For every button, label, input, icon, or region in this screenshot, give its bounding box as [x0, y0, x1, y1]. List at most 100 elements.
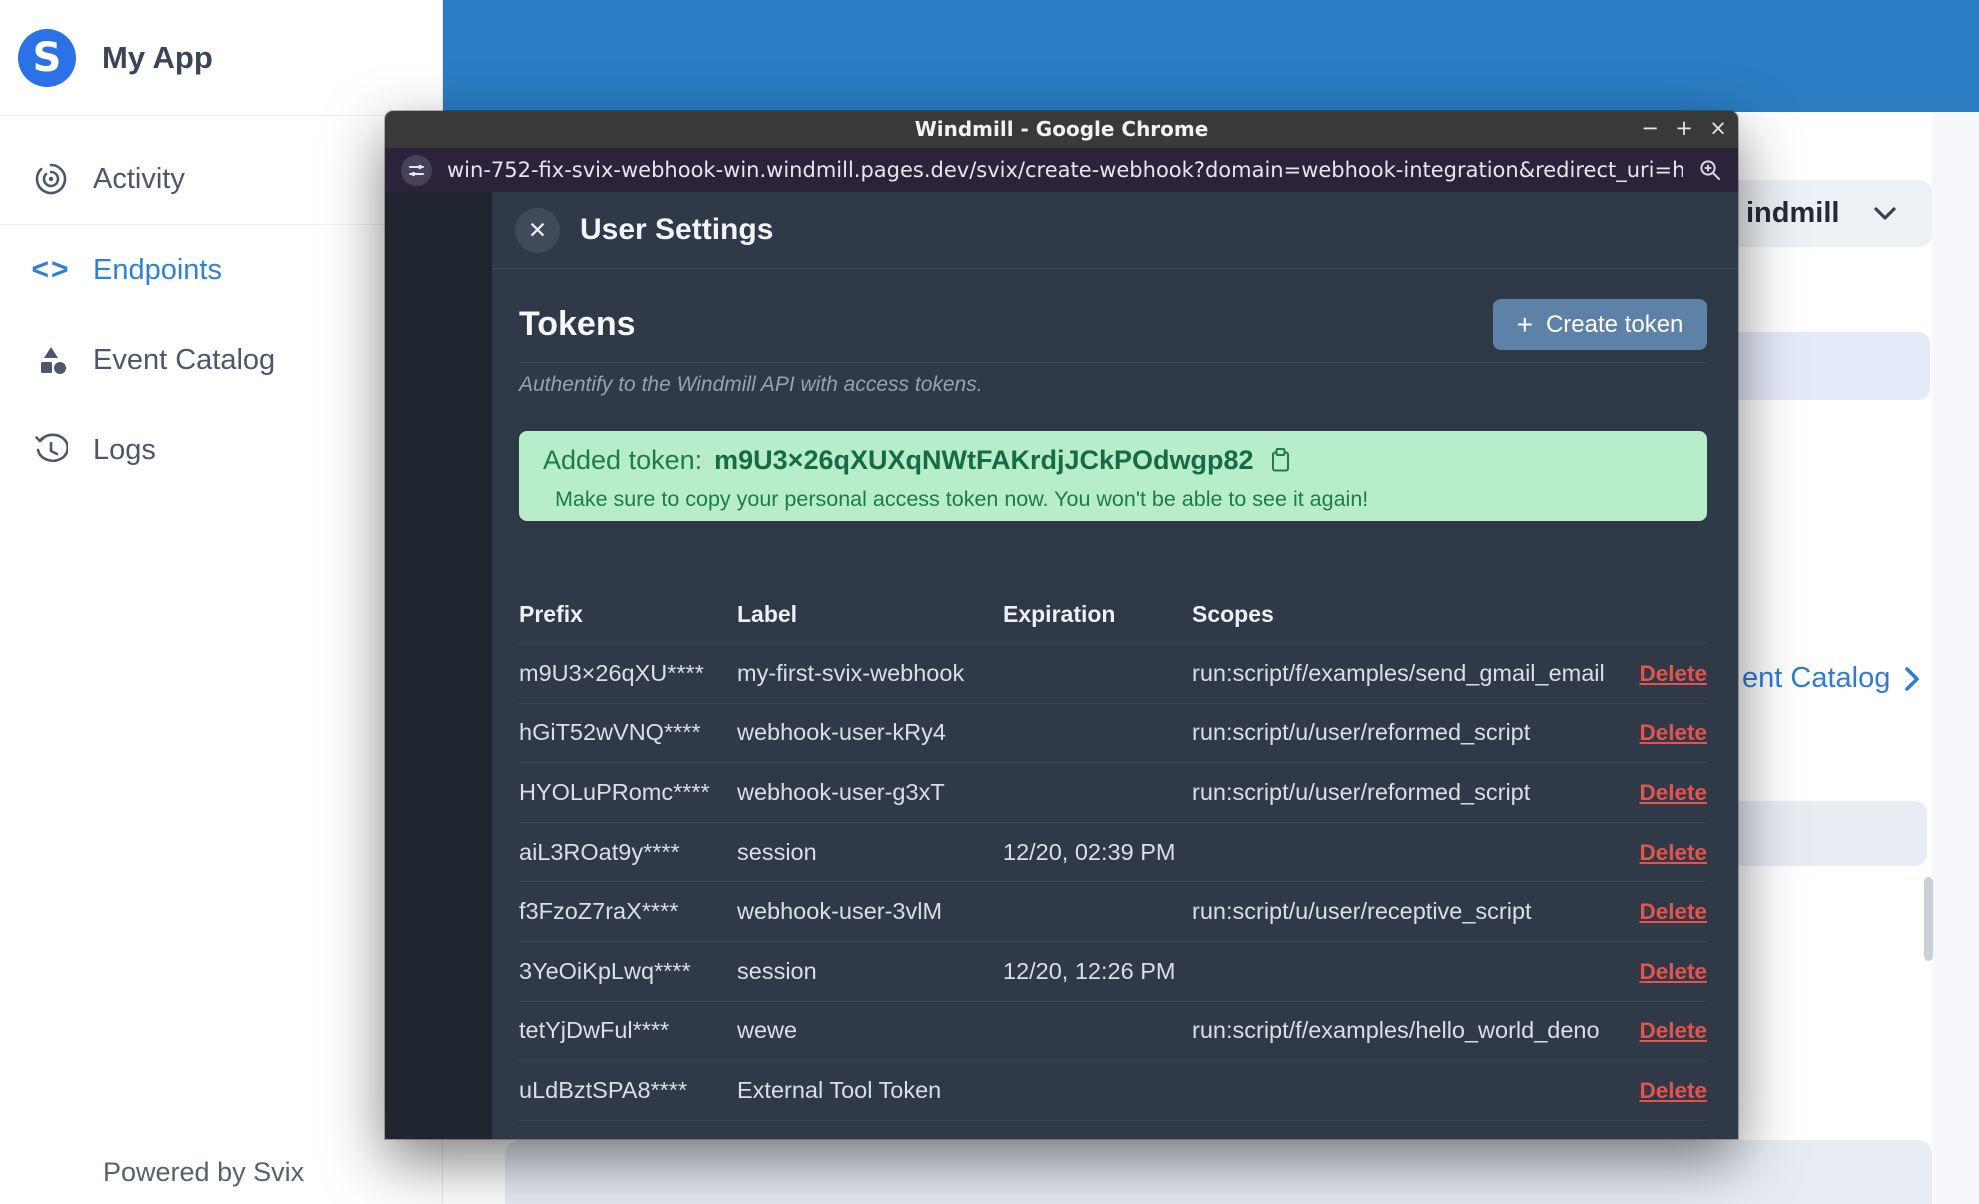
token-created-alert: Added token: m9U3×26qXUXqNWtFAKrdjJCkPOd…	[519, 431, 1707, 521]
clipboard-icon	[1271, 448, 1289, 472]
delete-token-link[interactable]: Delete	[1639, 840, 1707, 865]
table-row: f3FzoZ7raX**** webhook-user-3vlM run:scr…	[519, 881, 1707, 941]
window-close-button[interactable]: ×	[1706, 111, 1730, 148]
new-token-value: m9U3×26qXUXqNWtFAKrdjJCkPOdwgp82	[714, 445, 1254, 475]
table-row: i9AiXYkdR**** d-t-l Delete	[519, 1119, 1707, 1139]
chrome-window: Windmill - Google Chrome − + × win-752-f…	[385, 111, 1738, 1139]
plus-icon: +	[1516, 308, 1533, 340]
token-prefix: aiL3ROat9y****	[519, 838, 680, 865]
token-prefix: uLdBztSPA8****	[519, 1076, 688, 1103]
sidebar-header: S My App	[0, 0, 442, 116]
token-scopes: run:script/u/user/receptive_script	[1192, 898, 1532, 925]
section-divider	[519, 362, 1707, 363]
token-scopes: run:script/u/user/reformed_script	[1192, 719, 1531, 746]
chevron-down-icon	[1874, 206, 1897, 220]
token-label: webhook-user-3vlM	[737, 898, 943, 925]
delete-token-link[interactable]: Delete	[1639, 720, 1707, 745]
sidebar-item-label: Event Catalog	[93, 343, 276, 376]
event-catalog-link-label: ent Catalog	[1742, 662, 1891, 694]
sidebar-item-logs[interactable]: Logs	[0, 405, 442, 495]
site-settings-button[interactable]	[401, 154, 432, 186]
sidebar-item-activity[interactable]: Activity	[0, 134, 442, 225]
tune-icon	[409, 164, 424, 176]
token-prefix: 3YeOiKpLwq****	[519, 957, 691, 984]
close-drawer-button[interactable]: ✕	[515, 207, 560, 253]
token-label: wewe	[737, 1017, 798, 1044]
table-row: HYOLuPRomc**** webhook-user-g3xT run:scr…	[519, 762, 1707, 822]
tokens-subtitle: Authentify to the Windmill API with acce…	[519, 373, 983, 396]
token-label: webhook-user-kRy4	[737, 719, 946, 746]
magnifier-icon	[1700, 160, 1721, 181]
table-row: uLdBztSPA8**** External Tool Token Delet…	[519, 1060, 1707, 1120]
endpoints-icon: <>	[31, 253, 71, 286]
top-app-bar: ?	[442, 0, 1979, 112]
delete-token-link[interactable]: Delete	[1639, 661, 1707, 686]
token-prefix: f3FzoZ7raX****	[519, 898, 679, 925]
tokens-table-header: Prefix Label Expiration Scopes	[519, 585, 1707, 643]
token-label: session	[737, 838, 817, 865]
user-settings-drawer: ✕ User Settings Tokens + Create token Au…	[492, 192, 1738, 1139]
event-catalog-link[interactable]: ent Catalog	[1742, 662, 1921, 695]
sidebar-item-label: Endpoints	[93, 253, 222, 286]
create-token-button[interactable]: + Create token	[1493, 299, 1707, 350]
col-header-scopes: Scopes	[1192, 600, 1274, 627]
sidebar-item-endpoints[interactable]: <> Endpoints	[0, 225, 442, 315]
sidebar-item-label: Activity	[93, 162, 185, 195]
workspace-dropdown-label: indmill	[1746, 197, 1840, 229]
token-expiration: 12/20, 02:39 PM	[1003, 838, 1176, 865]
token-prefix: HYOLuPRomc****	[519, 778, 710, 805]
col-header-prefix: Prefix	[519, 600, 583, 627]
token-label: webhook-user-g3xT	[737, 778, 945, 805]
token-prefix: m9U3×26qXU****	[519, 659, 704, 686]
workspace-dropdown[interactable]: indmill	[1720, 180, 1932, 247]
page-scrollbar-thumb[interactable]	[1924, 877, 1933, 961]
delete-token-link[interactable]: Delete	[1639, 899, 1707, 924]
token-scopes: run:script/f/examples/hello_world_deno	[1192, 1017, 1600, 1044]
table-row: 3YeOiKpLwq**** session 12/20, 12:26 PM D…	[519, 940, 1707, 1001]
drawer-header: ✕ User Settings	[492, 192, 1738, 269]
powered-by-svix: Powered by Svix	[103, 1157, 305, 1187]
drawer-body: Tokens + Create token Authentify to the …	[492, 299, 1738, 1139]
token-label: d-t-l	[737, 1137, 1003, 1139]
sidebar-nav: Activity <> Endpoints Event Catalog Logs	[0, 116, 442, 495]
delete-token-link[interactable]: Delete	[1639, 1018, 1707, 1043]
col-header-expiration: Expiration	[1003, 600, 1116, 627]
alert-lead: Added token:	[543, 445, 703, 475]
browser-viewport: ✕ User Settings Tokens + Create token Au…	[385, 192, 1738, 1139]
token-scopes: run:script/f/examples/send_gmail_email	[1192, 659, 1605, 686]
tokens-heading: Tokens	[519, 305, 636, 343]
delete-token-link[interactable]: Delete	[1639, 1078, 1707, 1103]
browser-zoom-button[interactable]	[1698, 158, 1722, 182]
event-catalog-icon	[33, 343, 69, 377]
table-row: m9U3×26qXU**** my-first-svix-webhook run…	[519, 643, 1707, 703]
page-placeholder-box	[1720, 801, 1927, 866]
window-titlebar[interactable]: Windmill - Google Chrome − + ×	[385, 111, 1738, 148]
sidebar-item-event-catalog[interactable]: Event Catalog	[0, 315, 442, 405]
window-title: Windmill - Google Chrome	[914, 117, 1209, 141]
token-prefix: tetYjDwFul****	[519, 1017, 670, 1044]
create-token-label: Create token	[1545, 310, 1684, 338]
url-field[interactable]: win-752-fix-svix-webhook-win.windmill.pa…	[447, 158, 1683, 182]
col-header-label: Label	[737, 600, 798, 627]
app-name: My App	[102, 39, 213, 75]
window-maximize-button[interactable]: +	[1672, 111, 1696, 148]
delete-token-link[interactable]: Delete	[1639, 959, 1707, 984]
svix-logo: S	[18, 28, 76, 87]
delete-token-link[interactable]: Delete	[1639, 780, 1707, 805]
token-label: External Tool Token	[737, 1076, 942, 1103]
page-right-margin	[1932, 112, 1979, 1204]
delete-token-link[interactable]: Delete	[1639, 1138, 1707, 1139]
tokens-section-header: Tokens + Create token	[519, 299, 1707, 350]
token-prefix: i9AiXYkdR****	[519, 1137, 737, 1139]
copy-token-button[interactable]	[1268, 447, 1293, 474]
sidebar: S My App Activity <> Endpoints Event Cat…	[0, 0, 443, 1204]
table-row: tetYjDwFul**** wewe run:script/f/example…	[519, 1000, 1707, 1061]
alert-note: Make sure to copy your personal access t…	[555, 487, 1369, 511]
token-label: session	[737, 957, 817, 984]
close-icon: ✕	[527, 216, 548, 243]
sidebar-item-label: Logs	[93, 433, 156, 466]
window-minimize-button[interactable]: −	[1638, 111, 1662, 148]
drawer-title: User Settings	[580, 213, 774, 246]
table-row: aiL3ROat9y**** session 12/20, 02:39 PM D…	[519, 821, 1707, 882]
activity-icon	[33, 162, 69, 196]
